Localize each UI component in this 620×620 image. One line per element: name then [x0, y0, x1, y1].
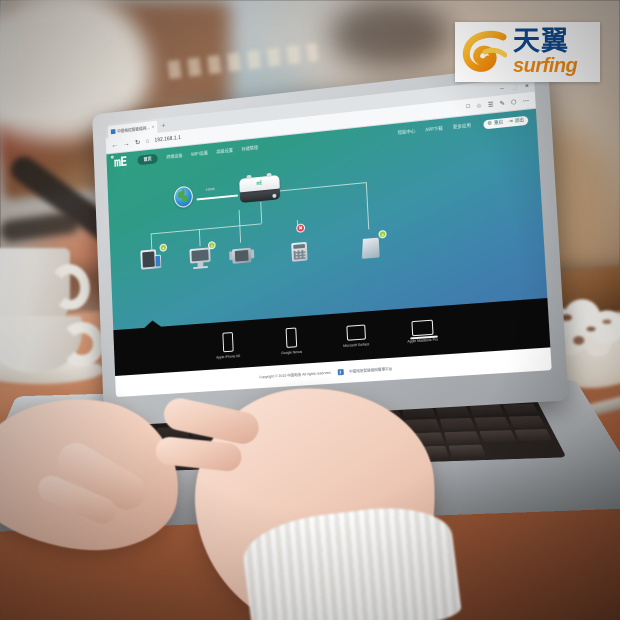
phone-icon: [154, 254, 162, 269]
router-logo-text: mE: [256, 180, 263, 187]
nav-item-wifi[interactable]: WIFI设置: [191, 150, 208, 158]
link-node3: [238, 209, 242, 243]
reboot-button[interactable]: ⚙ 重启: [487, 119, 503, 127]
key[interactable]: [439, 418, 475, 431]
dock-label: Microsoft Surface: [343, 342, 370, 349]
node-tablet-phone[interactable]: 4: [139, 243, 168, 273]
power-gear-icon: ⚙: [487, 120, 493, 128]
key[interactable]: [443, 430, 481, 444]
weibo-text[interactable]: 中国电信智能组网管理平台: [349, 366, 392, 374]
photo-scene: 中国电信智能组网... × + ─ ⬜ ✕ ← → ↻ ⌂ 192.168.1.…: [0, 0, 620, 620]
tab-title: 中国电信智能组网...: [117, 124, 150, 134]
close-icon[interactable]: ×: [151, 124, 154, 130]
dock-label: Apple iPhone 6S: [216, 353, 241, 360]
brand-dot-icon: [110, 155, 114, 159]
laptop-screen[interactable]: 中国电信智能组网... × + ─ ⬜ ✕ ← → ↻ ⌂ 192.168.1.…: [105, 76, 552, 398]
minimize-button[interactable]: ─: [500, 85, 504, 91]
share-icon[interactable]: ⬡: [511, 98, 517, 106]
router-admin-page: mE 首页 终端设备 WIFI设置 高级设置 存储管理 帮助中心 APP下载 更…: [106, 108, 552, 398]
node-monitor[interactable]: 2: [187, 241, 216, 270]
bg-blur-dark: [330, 0, 450, 70]
nav-item-storage[interactable]: 存储管理: [241, 145, 258, 153]
link-bus-left: [150, 223, 262, 235]
close-window-button[interactable]: ✕: [525, 83, 530, 90]
laptop-lid: 中国电信智能组网... × + ─ ⬜ ✕ ← → ↻ ⌂ 192.168.1.…: [92, 62, 569, 427]
nas-storage-icon: [361, 238, 380, 259]
copyright-text: Copyright © 2015 中国电信 All rights reserve…: [259, 370, 332, 379]
page-favicon: [110, 129, 116, 135]
desktop-monitor-icon: [189, 247, 211, 264]
reading-view-icon[interactable]: □: [466, 104, 470, 110]
key[interactable]: [502, 403, 539, 416]
forward-icon[interactable]: →: [123, 140, 130, 147]
link-router-right: [279, 182, 366, 192]
lock-icon: ⌂: [145, 138, 150, 145]
key[interactable]: [469, 404, 505, 417]
node-badge: 4: [159, 243, 168, 252]
tianyi-surfing-logo: 天翼 surfing: [455, 22, 600, 82]
key[interactable]: [473, 417, 511, 429]
monitor-base-icon: [193, 265, 209, 270]
swirl-icon: [461, 29, 508, 75]
new-tab-button[interactable]: +: [159, 119, 169, 132]
crt-display-icon: [231, 247, 252, 264]
logout-label: 退出: [514, 117, 525, 124]
key[interactable]: [478, 429, 517, 443]
reboot-label: 重启: [493, 119, 504, 126]
coffee-cup-front: [0, 316, 104, 382]
link-router-down: [260, 201, 263, 224]
dock-item-iphone[interactable]: Apple iPhone 6S: [207, 331, 248, 360]
logo-english-text: surfing: [513, 55, 578, 77]
refresh-icon[interactable]: ↻: [135, 139, 141, 147]
wan-link: [196, 194, 239, 201]
dock-item-macbook[interactable]: Apple MacBook Pro: [400, 319, 444, 344]
dock-label: Google Nexus: [281, 349, 303, 355]
note-icon[interactable]: ✎: [499, 99, 505, 107]
node-fax[interactable]: ✖: [286, 223, 312, 264]
back-icon[interactable]: ←: [111, 141, 118, 148]
link-node2: [198, 229, 201, 247]
nav-item-advanced[interactable]: 高级设置: [216, 148, 233, 156]
tablet-icon: [345, 324, 366, 341]
logo-chinese-text: 天翼: [513, 26, 569, 57]
favorite-icon[interactable]: ☆: [476, 102, 482, 110]
nav-item-more-apps[interactable]: 更多应用: [453, 123, 471, 131]
more-icon[interactable]: ⋯: [523, 97, 530, 105]
hub-icon[interactable]: ☰: [488, 101, 494, 109]
nav-item-app-download[interactable]: APP下载: [425, 126, 443, 134]
router-icon[interactable]: mE: [239, 172, 281, 204]
logout-icon: ⇥: [508, 118, 513, 125]
node-crt[interactable]: [229, 244, 255, 269]
laptop-icon: [410, 319, 434, 337]
key[interactable]: [508, 415, 546, 428]
maximize-button[interactable]: ⬜: [511, 84, 518, 91]
browser-window: 中国电信智能组网... × + ─ ⬜ ✕ ← → ↻ ⌂ 192.168.1.…: [105, 76, 552, 398]
phone-icon: [221, 331, 234, 352]
dock-item-nexus[interactable]: Google Nexus: [270, 326, 312, 355]
session-buttons: ⚙ 重启 ⇥ 退出: [482, 115, 529, 129]
link-right-down: [365, 182, 370, 230]
nav-item-help[interactable]: 帮助中心: [398, 129, 416, 137]
weibo-icon[interactable]: f: [337, 369, 344, 376]
globe-icon[interactable]: [173, 185, 194, 209]
node-badge: 3: [378, 229, 387, 239]
key[interactable]: [514, 428, 552, 442]
phone-icon: [285, 327, 297, 348]
brand-text: mE: [113, 154, 127, 171]
router-led-icon: [272, 193, 277, 198]
node-badge: 2: [207, 241, 216, 250]
wan-speed-label: 100M: [205, 187, 215, 192]
address-input[interactable]: 192.168.1.1: [155, 135, 182, 144]
dock-item-surface[interactable]: Microsoft Surface: [334, 324, 377, 349]
nav-item-devices[interactable]: 终端设备: [166, 153, 182, 160]
key[interactable]: [448, 444, 486, 458]
node-error-badge: ✖: [296, 223, 306, 233]
router-brand: mE: [110, 154, 127, 171]
nav-item-home[interactable]: 首页: [137, 153, 159, 166]
logout-button[interactable]: ⇥ 退出: [508, 117, 524, 125]
node-nas[interactable]: 3: [357, 229, 387, 260]
toolbar-actions: □ ☆ ☰ ✎ ⬡ ⋯: [466, 97, 529, 111]
